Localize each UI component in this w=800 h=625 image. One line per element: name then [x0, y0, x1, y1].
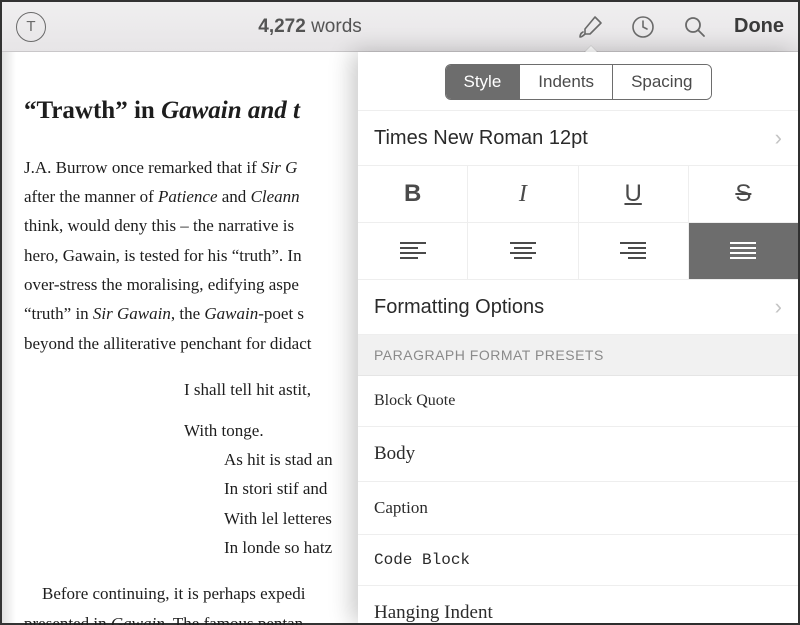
- format-popover: Style Indents Spacing Times New Roman 12…: [358, 52, 798, 623]
- tab-style[interactable]: Style: [446, 65, 520, 99]
- typewriter-mode-button[interactable]: T: [16, 12, 46, 42]
- align-right-button[interactable]: [578, 223, 688, 279]
- word-count-number: 4,272: [258, 16, 306, 37]
- format-button[interactable]: [574, 10, 608, 44]
- presets-header: PARAGRAPH FORMAT PRESETS: [358, 335, 798, 376]
- typewriter-label: T: [26, 18, 35, 35]
- history-button[interactable]: [626, 10, 660, 44]
- bold-button[interactable]: B: [358, 166, 467, 222]
- preset-caption[interactable]: Caption: [358, 482, 798, 535]
- align-right-icon: [618, 240, 648, 262]
- formatting-options-row[interactable]: Formatting Options ›: [358, 280, 798, 335]
- formatting-options-label: Formatting Options: [374, 296, 544, 319]
- clock-icon: [630, 14, 656, 40]
- preset-block-quote[interactable]: Block Quote: [358, 376, 798, 427]
- alignment-bar: [358, 223, 798, 280]
- align-left-icon: [398, 240, 428, 262]
- align-justify-button[interactable]: [688, 223, 798, 279]
- align-justify-icon: [728, 240, 758, 262]
- search-button[interactable]: [678, 10, 712, 44]
- chevron-right-icon: ›: [775, 125, 782, 151]
- italic-button[interactable]: I: [467, 166, 577, 222]
- strikethrough-button[interactable]: S: [688, 166, 798, 222]
- align-left-button[interactable]: [358, 223, 467, 279]
- preset-hanging-indent[interactable]: Hanging Indent: [358, 586, 798, 625]
- word-count[interactable]: 4,272 words: [258, 16, 362, 38]
- align-center-icon: [508, 240, 538, 262]
- chevron-right-icon: ›: [775, 294, 782, 320]
- word-count-suffix: words: [311, 16, 362, 37]
- preset-body[interactable]: Body: [358, 427, 798, 482]
- format-tabs: Style Indents Spacing: [445, 64, 712, 100]
- tab-spacing[interactable]: Spacing: [612, 65, 710, 99]
- toolbar: T 4,272 words Done: [2, 2, 798, 52]
- paintbrush-icon: [578, 14, 604, 40]
- underline-button[interactable]: U: [578, 166, 688, 222]
- font-row[interactable]: Times New Roman 12pt ›: [358, 111, 798, 166]
- preset-code-block[interactable]: Code Block: [358, 535, 798, 586]
- title-text: “Trawth” in: [24, 97, 161, 124]
- font-label: Times New Roman 12pt: [374, 127, 588, 150]
- segmented-wrap: Style Indents Spacing: [358, 52, 798, 111]
- search-icon: [682, 14, 708, 40]
- title-italic: Gawain and t: [161, 97, 300, 124]
- align-center-button[interactable]: [467, 223, 577, 279]
- tab-indents[interactable]: Indents: [519, 65, 612, 99]
- text-style-bar: B I U S: [358, 166, 798, 223]
- done-button[interactable]: Done: [734, 15, 784, 38]
